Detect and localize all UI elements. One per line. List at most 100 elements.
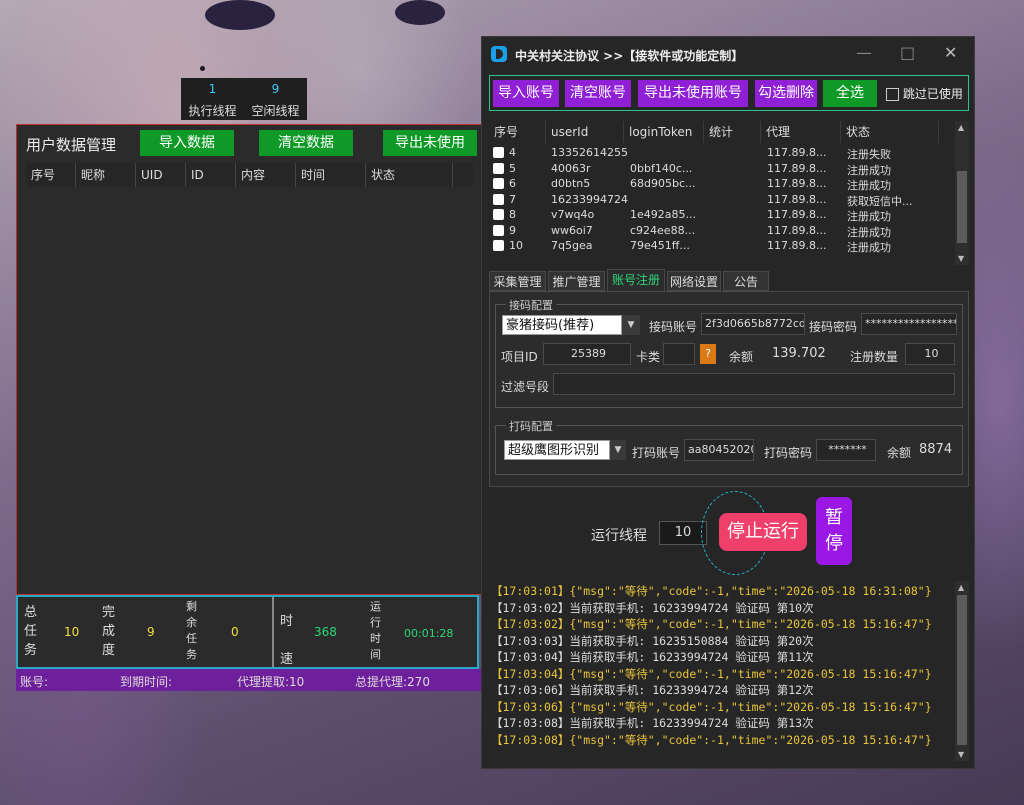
tab-promote[interactable]: 推广管理 — [548, 271, 605, 291]
run-threads-label: 运行线程 — [591, 528, 647, 544]
row-user-id: 40063r — [551, 161, 591, 175]
reg-count-input[interactable]: 10 — [905, 343, 955, 365]
filter-prefix-label: 过滤号段 — [501, 380, 550, 394]
col-header[interactable]: 昵称 — [76, 163, 136, 187]
account-table-scrollbar[interactable]: ▲ ▼ — [955, 121, 969, 265]
scroll-thumb[interactable] — [957, 595, 967, 745]
checkbox-icon[interactable] — [886, 88, 899, 101]
log-line: 【17:03:08】当前获取手机: 16233994724 验证码 第13次 — [491, 716, 814, 730]
col-header[interactable]: 序号 — [26, 163, 76, 187]
col-header[interactable]: loginToken — [624, 121, 704, 143]
run-threads-input[interactable]: 10 — [659, 521, 707, 545]
row-no: 9 — [509, 223, 516, 237]
captcha-password-input[interactable]: ******* — [816, 439, 876, 461]
background-eye-left — [205, 0, 275, 30]
captcha-account-label: 打码账号 — [632, 446, 681, 460]
captcha-balance-label: 余额 — [887, 446, 912, 460]
row-login-token: c924ee88... — [630, 223, 696, 237]
maximize-button[interactable]: □ — [900, 43, 915, 62]
table-row[interactable]: 8 v7wq4o 1e492a85... 117.89.8... 注册成功 — [489, 207, 955, 223]
row-no: 5 — [509, 161, 516, 175]
pause-button[interactable]: 暂停 — [816, 497, 852, 565]
col-header[interactable]: 内容 — [236, 163, 296, 187]
card-type-input[interactable] — [663, 343, 695, 365]
scroll-down-icon[interactable]: ▼ — [958, 254, 964, 263]
export-unused-button[interactable]: 导出未使用 — [383, 130, 477, 156]
import-account-button[interactable]: 导入账号 — [493, 80, 559, 107]
tab-notice[interactable]: 公告 — [723, 271, 769, 291]
captcha-config-group: 打码配置 超级鹰图形识别 ▼ 打码账号 aa804520209 打码密码 ***… — [495, 418, 963, 475]
scroll-up-icon[interactable]: ▲ — [958, 123, 964, 132]
status-account: 账号: — [20, 675, 49, 689]
tab-register[interactable]: 账号注册 — [607, 269, 665, 291]
col-header[interactable]: 序号 — [489, 121, 546, 143]
col-header[interactable]: 时间 — [296, 163, 366, 187]
row-checkbox[interactable] — [493, 209, 504, 220]
scroll-down-icon[interactable]: ▼ — [958, 750, 964, 759]
table-row[interactable]: 10 7q5gea 79e451ff... 117.89.8... 注册成功 — [489, 238, 955, 254]
select-all-button[interactable]: 全选 — [823, 80, 877, 107]
chevron-down-icon[interactable]: ▼ — [610, 440, 626, 460]
app-logo-icon — [491, 46, 507, 62]
row-login-token: 0bbf140c... — [630, 161, 693, 175]
sms-password-input[interactable]: ***************** — [861, 313, 957, 335]
row-checkbox[interactable] — [493, 147, 504, 158]
row-proxy: 117.89.8... — [767, 146, 827, 159]
row-checkbox[interactable] — [493, 178, 504, 189]
row-no: 10 — [509, 239, 523, 252]
log-line: 【17:03:06】当前获取手机: 16233994724 验证码 第12次 — [491, 683, 814, 697]
import-data-button[interactable]: 导入数据 — [140, 130, 234, 156]
row-checkbox[interactable] — [493, 193, 504, 205]
scroll-thumb[interactable] — [957, 171, 967, 243]
table-row[interactable]: 9 ww6oi7 c924ee88... 117.89.8... 注册成功 — [489, 223, 955, 239]
main-window: 中关村关注协议 >>【接软件或功能定制】 — □ ✕ 导入账号 清空账号 导出未… — [481, 36, 975, 769]
col-header[interactable]: 状态 — [366, 163, 453, 187]
col-header[interactable]: ID — [186, 163, 236, 187]
tab-collect[interactable]: 采集管理 — [489, 271, 546, 291]
row-user-id: 7q5gea — [551, 239, 593, 252]
background-mole — [200, 66, 205, 71]
table-row[interactable]: 7 16233994724 117.89.8... 获取短信中... — [489, 192, 955, 208]
user-data-list[interactable] — [26, 187, 473, 587]
table-row[interactable]: 5 40063r 0bbf140c... 117.89.8... 注册成功 — [489, 161, 955, 177]
chevron-down-icon[interactable]: ▼ — [622, 315, 640, 335]
task-stats-box: 总任务 10 完成度 9 剩余任务 0 时速 368 运行时间 00:01:28 — [16, 595, 479, 669]
project-id-input[interactable]: 25389 — [543, 343, 631, 365]
row-proxy: 117.89.8... — [767, 223, 827, 237]
row-checkbox[interactable] — [493, 224, 504, 236]
help-button[interactable]: ? — [700, 344, 716, 364]
clear-data-button[interactable]: 清空数据 — [259, 130, 353, 156]
table-row[interactable]: 6 d0btn5 68d905bc... 117.89.8... 注册成功 — [489, 176, 955, 192]
delete-checked-button[interactable]: 勾选删除 — [755, 80, 817, 107]
captcha-account-input[interactable]: aa804520209 — [684, 439, 754, 461]
stop-run-button[interactable]: 停止运行 — [719, 513, 807, 551]
row-checkbox[interactable] — [493, 162, 504, 174]
minimize-button[interactable]: — — [856, 43, 872, 62]
sms-platform-select[interactable]: 豪猪接码(推荐) — [502, 315, 622, 335]
log-line: 【17:03:06】{"msg":"等待","code":-1,"time":"… — [491, 699, 932, 714]
skip-used-checkbox[interactable]: 跳过已使用 — [886, 85, 963, 102]
filter-prefix-input[interactable] — [553, 373, 955, 395]
table-row[interactable]: 4 13352614255 117.89.8... 注册失败 — [489, 145, 955, 161]
sms-account-input[interactable]: 2f3d0665b8772cded — [701, 313, 805, 335]
tab-network[interactable]: 网络设置 — [667, 271, 721, 291]
col-header[interactable]: 状态 — [841, 121, 939, 143]
export-unused-account-button[interactable]: 导出未使用账号 — [638, 80, 748, 107]
row-user-id: 16233994724 — [551, 192, 628, 206]
captcha-password-label: 打码密码 — [764, 446, 813, 460]
clear-account-button[interactable]: 清空账号 — [565, 80, 631, 107]
row-checkbox[interactable] — [493, 240, 504, 251]
log-scrollbar[interactable]: ▲ ▼ — [955, 581, 969, 761]
col-header[interactable]: userId — [546, 121, 624, 143]
captcha-platform-select[interactable]: 超级鹰图形识别 — [504, 440, 610, 460]
title-bar[interactable]: 中关村关注协议 >>【接软件或功能定制】 — □ ✕ — [482, 37, 974, 73]
col-header[interactable]: 代理 — [761, 121, 841, 143]
col-header[interactable]: 统计 — [704, 121, 761, 143]
sms-balance-value: 139.702 — [772, 346, 826, 361]
reg-count-label: 注册数量 — [850, 350, 899, 364]
row-login-token: 68d905bc... — [630, 177, 696, 190]
close-button[interactable]: ✕ — [944, 43, 957, 62]
scroll-up-icon[interactable]: ▲ — [958, 583, 964, 592]
col-header[interactable]: UID — [136, 163, 186, 187]
captcha-config-label: 打码配置 — [506, 418, 556, 434]
